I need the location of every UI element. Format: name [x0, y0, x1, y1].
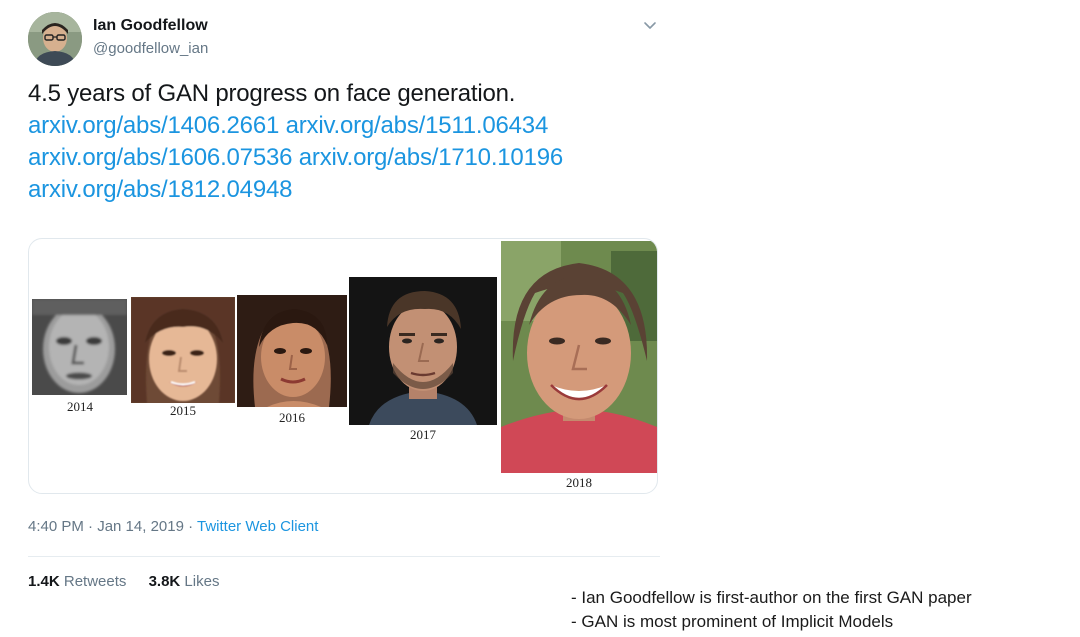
face-image-2015: [131, 297, 235, 403]
face-image-2017: [349, 277, 497, 425]
tweet-headline: 4.5 years of GAN progress on face genera…: [28, 80, 516, 107]
arxiv-link-3[interactable]: arxiv.org/abs/1606.07536: [28, 144, 292, 171]
tweet-text: 4.5 years of GAN progress on face genera…: [28, 78, 648, 206]
slide-notes: - Ian Goodfellow is first-author on the …: [571, 586, 972, 634]
arxiv-link-5[interactable]: arxiv.org/abs/1812.04948: [28, 176, 292, 203]
face-image-2016: [237, 295, 347, 407]
likes-stat[interactable]: 3.8K Likes: [149, 573, 220, 590]
tweet-timestamp: 4:40 PM · Jan 14, 2019 · Twitter Web Cli…: [28, 518, 318, 535]
arxiv-link-1[interactable]: arxiv.org/abs/1406.2661: [28, 112, 279, 139]
note-line-2: - GAN is most prominent of Implicit Mode…: [571, 612, 894, 631]
author-handle[interactable]: @goodfellow_ian: [93, 40, 208, 57]
timestamp-text[interactable]: 4:40 PM · Jan 14, 2019 ·: [28, 518, 197, 535]
year-label-2014: 2014: [67, 399, 93, 414]
avatar[interactable]: [28, 12, 82, 66]
year-label-2016: 2016: [279, 410, 305, 425]
year-label-2018: 2018: [566, 475, 592, 490]
likes-label: Likes: [184, 573, 220, 590]
retweets-stat[interactable]: 1.4K Retweets: [28, 573, 126, 590]
note-line-1: - Ian Goodfellow is first-author on the …: [571, 588, 972, 607]
avatar-photo: [28, 12, 82, 66]
arxiv-link-4[interactable]: arxiv.org/abs/1710.10196: [299, 144, 563, 171]
divider: [28, 556, 660, 557]
face-image-2014: [32, 299, 127, 395]
retweets-label: Retweets: [63, 573, 127, 590]
chevron-down-icon[interactable]: [641, 16, 659, 34]
retweets-count: 1.4K: [28, 573, 60, 590]
face-image-2018: [501, 241, 657, 473]
likes-count: 3.8K: [148, 573, 181, 590]
year-label-2015: 2015: [170, 403, 196, 418]
tweet-stats: 1.4K Retweets 3.8K Likes: [28, 573, 237, 590]
client-link[interactable]: Twitter Web Client: [197, 518, 318, 535]
author-display-name[interactable]: Ian Goodfellow: [93, 17, 208, 35]
year-label-2017: 2017: [410, 427, 436, 442]
tweet-card: Ian Goodfellow @goodfellow_ian 4.5 years…: [14, 0, 674, 604]
arxiv-link-2[interactable]: arxiv.org/abs/1511.06434: [286, 112, 549, 139]
tweet-media[interactable]: 2014 2015 2016 2017 2018: [28, 238, 658, 494]
